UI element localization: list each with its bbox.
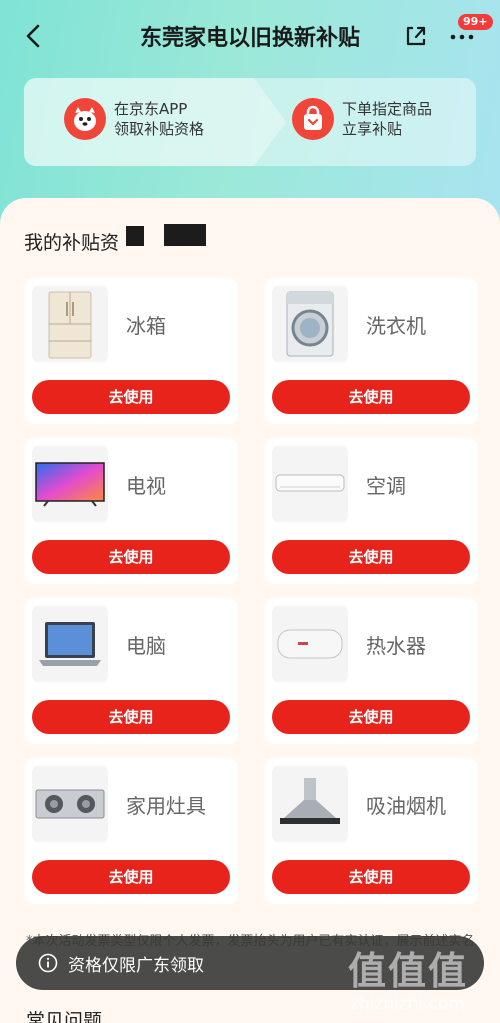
category-card-gas-stove: 家用灶具 去使用 (24, 758, 238, 904)
use-button-laptop[interactable]: 去使用 (32, 700, 230, 734)
step-1-line2: 领取补贴资格 (114, 120, 205, 138)
use-button-air-conditioner[interactable]: 去使用 (272, 540, 470, 574)
section-title: 我的补贴资 (24, 232, 120, 254)
share-button[interactable] (402, 22, 430, 50)
use-button-washing-machine[interactable]: 去使用 (272, 380, 470, 414)
category-name: 电脑 (126, 634, 166, 658)
category-card-water-heater: 热水器 去使用 (264, 598, 478, 744)
category-name: 冰箱 (126, 314, 166, 338)
redaction-mask (126, 226, 144, 246)
water-heater-icon (272, 606, 348, 682)
range-hood-icon (272, 766, 348, 842)
category-card-range-hood: 吸油烟机 去使用 (264, 758, 478, 904)
category-name: 家用灶具 (126, 794, 206, 818)
category-name: 吸油烟机 (366, 794, 446, 818)
use-button-range-hood[interactable]: 去使用 (272, 860, 470, 894)
notification-badge: 99+ (458, 14, 493, 30)
gas-stove-icon (32, 766, 108, 842)
category-name: 空调 (366, 474, 406, 498)
steps-banner: 在京东APP 领取补贴资格 下单指定商品 立享补贴 (24, 78, 476, 166)
air-conditioner-icon (272, 446, 348, 522)
category-card-fridge: 冰箱 去使用 (24, 278, 238, 424)
step-2-line1: 下单指定商品 (342, 100, 433, 118)
use-button-fridge[interactable]: 去使用 (32, 380, 230, 414)
category-name: 电视 (126, 474, 166, 498)
category-card-air-conditioner: 空调 去使用 (264, 438, 478, 584)
navigation-bar: 东莞家电以旧换新补贴 99+ (0, 0, 500, 72)
tv-icon (32, 446, 108, 522)
jd-mascot-icon (64, 98, 106, 140)
category-card-laptop: 电脑 去使用 (24, 598, 238, 744)
category-name: 热水器 (366, 634, 426, 658)
washing-machine-icon (272, 286, 348, 362)
category-card-tv: 电视 去使用 (24, 438, 238, 584)
step-2-line2: 立享补贴 (342, 120, 403, 138)
step-1-line1: 在京东APP (114, 100, 188, 118)
share-icon (406, 26, 426, 46)
use-button-tv[interactable]: 去使用 (32, 540, 230, 574)
step-1: 在京东APP 领取补贴资格 (64, 98, 204, 140)
use-button-gas-stove[interactable]: 去使用 (32, 860, 230, 894)
watermark-logo: 值值值 (348, 949, 469, 993)
toast-text: 资格仅限广东领取 (68, 955, 204, 976)
faq-title: 常见问题 (26, 1010, 103, 1023)
category-card-washing-machine: 洗衣机 去使用 (264, 278, 478, 424)
category-name: 洗衣机 (366, 314, 426, 338)
fridge-icon (32, 286, 108, 362)
redaction-mask (164, 224, 206, 246)
watermark-url: zhizhizhi.com (350, 994, 465, 1014)
shopping-bag-icon (292, 98, 334, 140)
laptop-icon (32, 606, 108, 682)
step-2: 下单指定商品 立享补贴 (292, 98, 432, 140)
info-icon (38, 953, 58, 973)
use-button-water-heater[interactable]: 去使用 (272, 700, 470, 734)
watermark: 值值值 zhizhizhi.com (344, 940, 494, 1020)
